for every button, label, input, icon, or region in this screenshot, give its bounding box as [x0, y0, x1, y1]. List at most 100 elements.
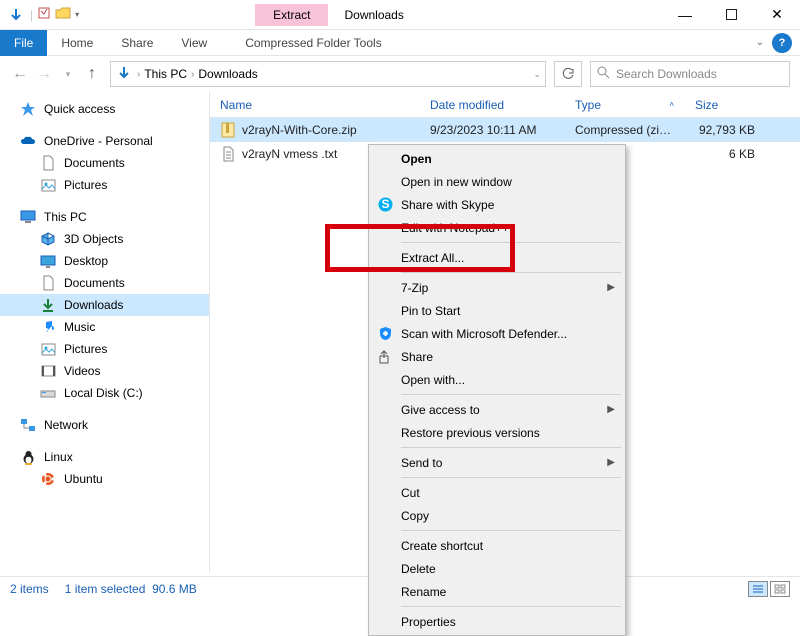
- sidebar-onedrive-documents[interactable]: Documents: [0, 152, 209, 174]
- menu-create-shortcut[interactable]: Create shortcut: [371, 534, 623, 557]
- sidebar-documents[interactable]: Documents: [0, 272, 209, 294]
- sidebar-downloads[interactable]: Downloads: [0, 294, 209, 316]
- sidebar-music[interactable]: Music: [0, 316, 209, 338]
- recent-dropdown-icon[interactable]: ▾: [58, 69, 78, 80]
- menu-extract-all[interactable]: Extract All...: [371, 246, 623, 269]
- tab-share[interactable]: Share: [107, 30, 167, 56]
- sidebar-item-label: Documents: [64, 156, 125, 170]
- menu-7zip[interactable]: 7-Zip▶: [371, 276, 623, 299]
- menu-delete[interactable]: Delete: [371, 557, 623, 580]
- up-button[interactable]: ↑: [82, 65, 102, 83]
- quick-access-toolbar: | ▾: [0, 5, 85, 25]
- sidebar-ubuntu[interactable]: Ubuntu: [0, 468, 209, 490]
- menu-edit-notepad[interactable]: Edit with Notepad++: [371, 216, 623, 239]
- sidebar-pictures[interactable]: Pictures: [0, 338, 209, 360]
- qat-dropdown-icon[interactable]: ▾: [75, 10, 79, 19]
- menu-open[interactable]: Open: [371, 147, 623, 170]
- breadcrumb-root-icon[interactable]: [115, 65, 133, 84]
- menu-properties[interactable]: Properties: [371, 610, 623, 633]
- address-bar-row: ← → ▾ ↑ › This PC › Downloads ⌄ Search D…: [0, 56, 800, 92]
- sidebar-item-label: Linux: [44, 450, 73, 464]
- zip-icon: [220, 122, 236, 138]
- menu-restore-versions[interactable]: Restore previous versions: [371, 421, 623, 444]
- menu-pin-start[interactable]: Pin to Start: [371, 299, 623, 322]
- music-icon: [40, 319, 56, 335]
- close-button[interactable]: ✕: [754, 0, 800, 30]
- menu-separator: [401, 606, 621, 607]
- sidebar-item-label: Pictures: [64, 342, 107, 356]
- sidebar-item-label: This PC: [44, 210, 87, 224]
- tab-home[interactable]: Home: [47, 30, 107, 56]
- chevron-right-icon[interactable]: ›: [137, 69, 140, 80]
- status-item-count: 2 items: [10, 582, 49, 596]
- penguin-icon: [20, 449, 36, 465]
- breadcrumb[interactable]: › This PC › Downloads ⌄: [110, 61, 546, 87]
- menu-open-with[interactable]: Open with...: [371, 368, 623, 391]
- navigation-pane: Quick access OneDrive - Personal Documen…: [0, 92, 210, 572]
- sidebar-quick-access[interactable]: Quick access: [0, 98, 209, 120]
- menu-open-new-window[interactable]: Open in new window: [371, 170, 623, 193]
- column-size[interactable]: Size: [685, 98, 765, 112]
- file-name: v2rayN-With-Core.zip: [242, 123, 357, 137]
- sidebar-this-pc[interactable]: This PC: [0, 206, 209, 228]
- qat-properties-icon[interactable]: [37, 6, 51, 23]
- menu-scan-defender[interactable]: Scan with Microsoft Defender...: [371, 322, 623, 345]
- breadcrumb-item[interactable]: This PC: [144, 67, 187, 81]
- sidebar-videos[interactable]: Videos: [0, 360, 209, 382]
- menu-share-skype[interactable]: SShare with Skype: [371, 193, 623, 216]
- menu-cut[interactable]: Cut: [371, 481, 623, 504]
- sidebar-onedrive-pictures[interactable]: Pictures: [0, 174, 209, 196]
- column-name[interactable]: Name: [210, 98, 420, 112]
- file-row[interactable]: v2rayN-With-Core.zip 9/23/2023 10:11 AM …: [210, 118, 800, 142]
- sidebar-3d-objects[interactable]: 3D Objects: [0, 228, 209, 250]
- menu-give-access[interactable]: Give access to▶: [371, 398, 623, 421]
- column-headers: Name Date modified Type˄ Size: [210, 92, 800, 118]
- menu-separator: [401, 530, 621, 531]
- sidebar-linux[interactable]: Linux: [0, 446, 209, 468]
- star-icon: [20, 101, 36, 117]
- qat-new-folder-icon[interactable]: [55, 6, 71, 23]
- drive-icon: [40, 385, 56, 401]
- sidebar-network[interactable]: Network: [0, 414, 209, 436]
- menu-separator: [401, 272, 621, 273]
- menu-copy[interactable]: Copy: [371, 504, 623, 527]
- svg-text:S: S: [381, 197, 389, 211]
- menu-share[interactable]: Share: [371, 345, 623, 368]
- back-button[interactable]: ←: [10, 65, 30, 83]
- menu-separator: [401, 242, 621, 243]
- chevron-right-icon[interactable]: ›: [191, 69, 194, 80]
- file-tab[interactable]: File: [0, 30, 47, 56]
- menu-send-to[interactable]: Send to▶: [371, 451, 623, 474]
- minimize-button[interactable]: —: [662, 0, 708, 30]
- column-date[interactable]: Date modified: [420, 98, 565, 112]
- ribbon-collapse-icon[interactable]: ⌄: [756, 37, 764, 48]
- sidebar-item-label: Downloads: [64, 298, 123, 312]
- sidebar-item-label: OneDrive - Personal: [44, 134, 153, 148]
- tab-view[interactable]: View: [167, 30, 221, 56]
- sidebar-desktop[interactable]: Desktop: [0, 250, 209, 272]
- sidebar-item-label: Documents: [64, 276, 125, 290]
- monitor-icon: [20, 209, 36, 225]
- breadcrumb-dropdown-icon[interactable]: ⌄: [533, 69, 541, 80]
- cloud-icon: [20, 133, 36, 149]
- search-icon: [597, 66, 610, 82]
- contextual-tab-header: Extract: [255, 4, 328, 26]
- maximize-button[interactable]: [708, 0, 754, 30]
- column-type[interactable]: Type˄: [565, 98, 685, 112]
- search-input[interactable]: Search Downloads: [590, 61, 790, 87]
- menu-separator: [401, 477, 621, 478]
- view-large-icons-button[interactable]: [770, 581, 790, 597]
- file-type: Compressed (zipp...: [565, 123, 685, 137]
- sidebar-onedrive[interactable]: OneDrive - Personal: [0, 130, 209, 152]
- help-button[interactable]: ?: [772, 33, 792, 53]
- menu-separator: [401, 394, 621, 395]
- download-icon: [40, 297, 56, 313]
- sidebar-item-label: Pictures: [64, 178, 107, 192]
- document-icon: [40, 155, 56, 171]
- tab-compressed-tools[interactable]: Compressed Folder Tools: [231, 30, 396, 56]
- view-details-button[interactable]: [748, 581, 768, 597]
- breadcrumb-item[interactable]: Downloads: [198, 67, 257, 81]
- refresh-button[interactable]: [554, 61, 582, 87]
- sidebar-local-disk[interactable]: Local Disk (C:): [0, 382, 209, 404]
- document-icon: [40, 275, 56, 291]
